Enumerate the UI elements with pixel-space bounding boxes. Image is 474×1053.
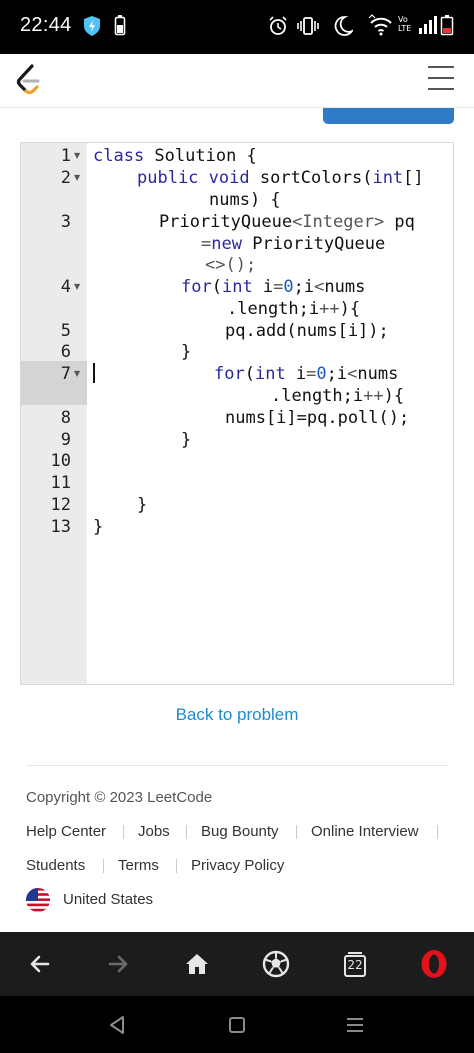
line-number: 13 [50,517,71,537]
forward-arrow-icon[interactable] [100,946,136,982]
code-line-wrap: nums) { [209,190,281,210]
home-icon[interactable] [179,946,215,982]
link-separator [296,825,297,839]
link-separator [186,825,187,839]
terms-link[interactable]: Terms [118,857,159,874]
code-line: class Solution { [93,146,257,166]
help-center-link[interactable]: Help Center [26,823,106,840]
code-line-wrap: =new PriorityQueue [201,234,386,254]
fold-arrow-icon[interactable]: ▼ [74,276,80,298]
line-number: 10 [50,451,71,471]
status-time: 22:44 [20,14,72,36]
code-line: for(int i=0;i<nums [181,277,366,297]
students-link[interactable]: Students [26,857,85,874]
line-number: 1 [60,146,71,166]
line-number: 7 [60,364,71,384]
fold-arrow-icon[interactable]: ▼ [74,363,80,385]
copyright-text: Copyright © 2023 LeetCode [26,789,213,806]
code-line: } [93,517,104,537]
code-line: } [137,495,148,515]
link-separator [176,859,177,873]
volte-indicator: Vo LTE [398,15,416,33]
wifi-icon [368,14,392,36]
code-line: } [181,430,192,450]
link-separator [103,859,104,873]
code-line: for(int i=0;i<nums [214,364,399,384]
link-separator [437,825,438,839]
back-triangle-icon[interactable] [104,1012,130,1038]
code-line-wrap: <>(); [205,255,257,275]
line-number: 3 [60,212,71,232]
submit-button-partial[interactable] [323,108,454,124]
back-arrow-icon[interactable] [22,946,58,982]
code-line: nums[i]=pq.poll(); [225,408,410,428]
opera-icon[interactable] [416,946,452,982]
code-line-wrap: .length;i++){ [227,299,361,319]
code-line-wrap: .length;i++){ [271,386,405,406]
line-number: 2 [60,168,71,188]
tabs-count: 22 [347,958,363,972]
battery-icon [440,15,454,36]
home-square-icon[interactable] [224,1012,250,1038]
line-number: 11 [50,473,71,493]
link-separator [123,825,124,839]
status-bar: 22:44 Vo LTE [0,0,474,54]
code-line: } [181,342,192,362]
code-area[interactable]: class Solution { public void sortColors(… [93,143,453,684]
jobs-link[interactable]: Jobs [138,823,170,840]
alarm-icon [269,16,287,35]
fold-arrow-icon[interactable]: ▼ [74,145,80,167]
footer-divider [26,765,448,766]
us-flag-icon[interactable] [26,888,50,912]
line-number: 4 [60,277,71,297]
code-line: PriorityQueue<Integer> pq [159,212,415,232]
code-editor[interactable]: 1 ▼ 2 ▼ 3 4 ▼ 5 6 7 ▼ 8 9 10 11 12 13 cl… [20,142,454,685]
moon-icon [334,16,353,36]
line-number: 12 [50,495,71,515]
soccer-ball-icon[interactable] [258,946,294,982]
battery-saver-icon [114,15,126,36]
leetcode-logo-icon[interactable] [12,60,46,100]
text-cursor [93,363,95,383]
tabs-icon[interactable]: 22 [337,946,373,982]
volte-label-top: Vo [398,15,408,24]
line-number: 5 [60,321,71,341]
line-number: 8 [60,408,71,428]
signal-icon [419,16,437,34]
line-number: 6 [60,342,71,362]
hamburger-menu-icon[interactable] [424,64,458,94]
code-line: public void sortColors(int[] [137,168,424,188]
line-number: 9 [60,430,71,450]
system-nav-bar [0,996,474,1053]
vibrate-icon [297,17,319,35]
back-to-problem-link[interactable]: Back to problem [0,705,474,725]
privacy-policy-link[interactable]: Privacy Policy [191,857,284,874]
code-line: pq.add(nums[i]); [225,321,389,341]
app-header [0,54,474,108]
fold-arrow-icon[interactable]: ▼ [74,167,80,189]
browser-nav-bar: 22 [0,932,474,996]
shield-icon [84,16,100,36]
bug-bounty-link[interactable]: Bug Bounty [201,823,279,840]
recents-icon[interactable] [342,1012,368,1038]
volte-label-bottom: LTE [398,24,412,33]
region-selector[interactable]: United States [63,891,153,908]
online-interview-link[interactable]: Online Interview [311,823,419,840]
